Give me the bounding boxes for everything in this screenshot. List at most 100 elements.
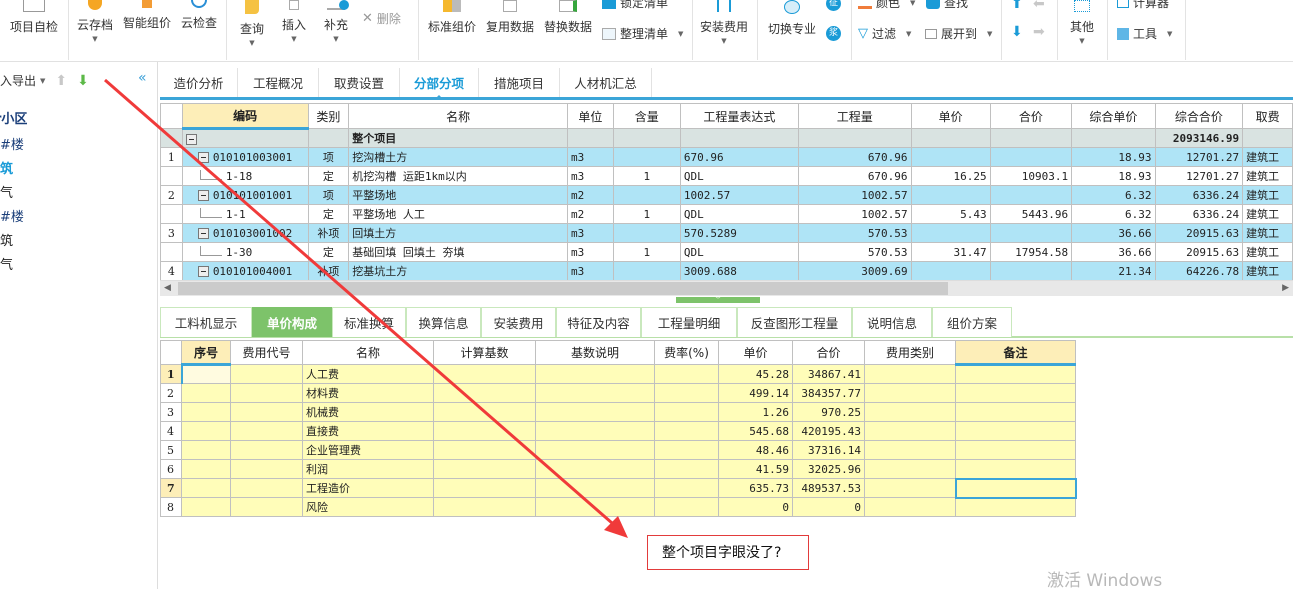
quantity-expression-cell[interactable]: QDL — [679, 204, 799, 224]
quota-row[interactable]: 1-30 定基础回填 回填土 夯填 m3 1 QDL 570.53 31.47 17954.5… — [160, 242, 1293, 262]
base-desc-cell[interactable] — [535, 478, 655, 498]
code-cell[interactable]: 010101003001 — [181, 147, 309, 167]
fee-code-cell[interactable] — [230, 478, 303, 498]
total-row[interactable]: 整个项目 2093146.99 — [160, 128, 1293, 148]
tree-node-civil-active[interactable]: 筑 — [0, 158, 13, 177]
name-cell[interactable]: 挖基坑土方 — [348, 261, 569, 280]
seq-cell[interactable] — [181, 459, 231, 479]
remarks-cell[interactable] — [954, 477, 1077, 499]
fee-row[interactable]: 8 风险 0 0 — [160, 497, 1076, 517]
amount-cell[interactable] — [989, 261, 1073, 280]
cloud-check-button[interactable]: 云检查 — [178, 0, 220, 31]
unit-cell[interactable]: m3 — [567, 166, 614, 186]
fee-row[interactable]: 2 材料费 499.14 384357.77 — [160, 383, 1076, 403]
column-header-base-desc[interactable]: 基数说明 — [535, 340, 655, 365]
fee-cell[interactable]: 建筑工 — [1242, 204, 1293, 224]
quantity-cell[interactable]: 670.96 — [797, 147, 912, 167]
amount-cell[interactable]: 34867.41 — [792, 364, 865, 384]
remarks-cell[interactable] — [955, 383, 1076, 403]
unit-price-cell[interactable] — [910, 223, 991, 243]
collapse-icon[interactable] — [185, 133, 197, 145]
category-cell[interactable]: 补项 — [307, 223, 350, 243]
calc-base-cell[interactable] — [433, 478, 536, 498]
list-item-row[interactable]: 1 010101003001 项挖沟槽土方 m3 670.96 670.96 18.93 12… — [160, 147, 1293, 167]
collapse-icon[interactable] — [197, 266, 209, 277]
fee-code-cell[interactable] — [230, 402, 303, 422]
standard-pricing-button[interactable]: 标准组价 — [426, 0, 478, 35]
unit-price-cell[interactable]: 41.59 — [718, 459, 793, 479]
composite-unit-price-cell[interactable]: 6.32 — [1071, 204, 1156, 224]
fee-row[interactable]: 4 直接费 545.68 420195.43 — [160, 421, 1076, 441]
switch-discipline-button[interactable]: 切换专业 — [764, 0, 820, 37]
name-cell[interactable]: 基础回填 回填土 夯填 — [348, 242, 569, 262]
composite-amount-cell[interactable]: 6336.24 — [1154, 204, 1244, 224]
content-cell[interactable]: 1 — [612, 204, 681, 224]
content-cell[interactable] — [612, 185, 681, 205]
name-cell[interactable]: 人工费 — [302, 364, 434, 384]
fee-category-cell[interactable] — [864, 364, 956, 384]
base-desc-cell[interactable] — [535, 497, 655, 517]
organize-list-button[interactable]: 整理清单 ▼ — [602, 25, 683, 42]
column-header-remarks[interactable]: 备注 — [955, 340, 1076, 366]
fee-category-cell[interactable] — [864, 478, 956, 498]
name-cell[interactable]: 直接费 — [302, 421, 434, 441]
column-header-category[interactable]: 类别 — [307, 103, 350, 129]
replace-data-button[interactable]: 替换数据 — [542, 0, 594, 35]
category-cell[interactable]: 项 — [307, 147, 350, 167]
tab-measures[interactable]: 措施项目 — [479, 68, 560, 97]
tree-node-electrical[interactable]: 气 — [0, 254, 13, 273]
unit-price-cell[interactable]: 635.73 — [718, 478, 793, 498]
name-cell[interactable]: 整个项目 — [348, 128, 569, 148]
tree-node-project[interactable]: r小区 — [0, 108, 27, 127]
remarks-cell[interactable] — [955, 364, 1076, 384]
move-up-button[interactable]: ⬆ — [1011, 0, 1023, 12]
composite-amount-cell[interactable]: 6336.24 — [1154, 185, 1244, 205]
unit-price-cell[interactable]: 45.28 — [718, 364, 793, 384]
column-header-amount[interactable]: 合价 — [989, 103, 1073, 129]
base-desc-cell[interactable] — [535, 421, 655, 441]
composite-unit-price-cell[interactable]: 18.93 — [1071, 147, 1156, 167]
category-cell[interactable]: 补项 — [307, 261, 350, 280]
horizontal-scrollbar[interactable]: ◀ ▶ — [160, 280, 1293, 296]
amount-cell[interactable]: 970.25 — [792, 402, 865, 422]
tree-node-civil[interactable]: 筑 — [0, 230, 13, 249]
composite-amount-cell[interactable]: 20915.63 — [1154, 223, 1244, 243]
composite-amount-cell[interactable]: 12701.27 — [1154, 147, 1244, 167]
supplement-button[interactable]: 补充 ▼ — [320, 0, 352, 43]
unit-price-cell[interactable]: 499.14 — [718, 383, 793, 403]
code-cell[interactable] — [181, 128, 309, 148]
name-cell[interactable]: 回填土方 — [348, 223, 569, 243]
tab-labor-material-display[interactable]: 工料机显示 — [160, 307, 252, 337]
calc-base-cell[interactable] — [433, 440, 536, 460]
project-self-check-button[interactable]: 项目自检 — [6, 0, 62, 35]
composite-amount-cell[interactable]: 2093146.99 — [1154, 128, 1244, 148]
content-cell[interactable] — [612, 147, 681, 167]
list-item-row[interactable]: 2 010101001001 项平整场地 m2 1002.57 1002.57 6.32 63… — [160, 185, 1293, 205]
name-cell[interactable]: 平整场地 人工 — [348, 204, 569, 224]
column-header-rate[interactable]: 费率(%) — [654, 340, 719, 365]
composite-unit-price-cell[interactable]: 21.34 — [1071, 261, 1156, 280]
composite-amount-cell[interactable]: 64226.78 — [1154, 261, 1244, 280]
other-button[interactable]: 其他 ▼ — [1064, 0, 1100, 45]
column-header-name[interactable]: 名称 — [302, 340, 434, 365]
tools-button[interactable]: 工具 ▼ — [1117, 25, 1172, 42]
amount-cell[interactable]: 420195.43 — [792, 421, 865, 441]
content-cell[interactable] — [612, 223, 681, 243]
amount-cell[interactable] — [989, 147, 1073, 167]
tab-cost-analysis[interactable]: 造价分析 — [160, 68, 238, 97]
collapse-icon[interactable] — [197, 152, 209, 163]
expand-to-button[interactable]: 展开到 ▼ — [925, 25, 992, 42]
fee-cell[interactable]: 建筑工 — [1242, 242, 1293, 262]
amount-cell[interactable]: 37316.14 — [792, 440, 865, 460]
tab-quantity-details[interactable]: 工程量明细 — [641, 307, 737, 337]
content-cell[interactable] — [612, 261, 681, 280]
filter-button[interactable]: ▽ 过滤 ▼ — [858, 25, 911, 42]
quantity-expression-cell[interactable]: 570.5289 — [679, 223, 799, 243]
quota-row[interactable]: 1-1 定平整场地 人工 m2 1 QDL 1002.57 5.43 5443.96 6.32 6… — [160, 204, 1293, 224]
amount-cell[interactable]: 489537.53 — [792, 478, 865, 498]
rate-cell[interactable] — [654, 383, 719, 403]
code-cell[interactable]: 010103001002 — [181, 223, 309, 243]
base-desc-cell[interactable] — [535, 383, 655, 403]
tab-conversion-info[interactable]: 换算信息 — [406, 307, 481, 337]
name-cell[interactable]: 机挖沟槽 运距1km以内 — [348, 166, 569, 186]
